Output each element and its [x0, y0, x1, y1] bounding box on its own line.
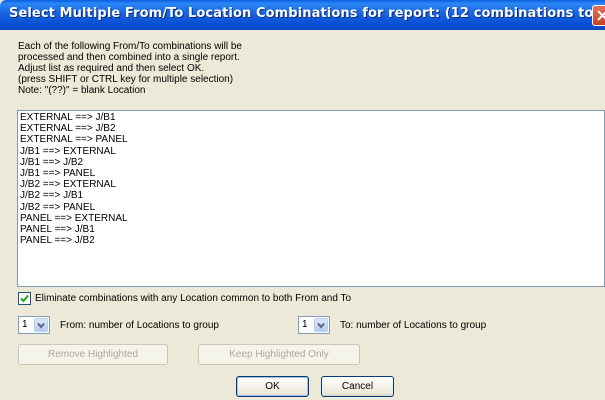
list-item[interactable]: J/B1 ==> PANEL	[20, 168, 604, 179]
list-item[interactable]: J/B2 ==> EXTERNAL	[20, 179, 604, 190]
instruction-line: (press SHIFT or CTRL key for multiple se…	[18, 74, 234, 85]
instruction-line: Note: "(??)" = blank Location	[18, 85, 146, 96]
dialog-window: Select Multiple From/To Location Combina…	[0, 0, 605, 400]
list-item[interactable]: J/B1 ==> J/B2	[20, 157, 604, 168]
list-item[interactable]: EXTERNAL ==> J/B1	[20, 112, 604, 123]
instruction-line: processed and then combined into a singl…	[18, 52, 240, 63]
list-item[interactable]: PANEL ==> EXTERNAL	[20, 213, 604, 224]
to-group-label: To: number of Locations to group	[340, 320, 487, 331]
from-group-select[interactable]: 1	[18, 316, 50, 334]
close-icon	[597, 10, 605, 21]
eliminate-common-label[interactable]: Eliminate combinations with any Location…	[35, 292, 351, 305]
title-bar[interactable]: Select Multiple From/To Location Combina…	[0, 0, 605, 30]
chevron-down-icon	[317, 322, 325, 329]
remove-highlighted-button[interactable]: Remove Highlighted	[18, 344, 168, 365]
window-title: Select Multiple From/To Location Combina…	[9, 6, 605, 21]
list-item[interactable]: J/B1 ==> EXTERNAL	[20, 146, 604, 157]
to-group-dropdown-button[interactable]	[314, 318, 328, 332]
instructions-text: Each of the following From/To combinatio…	[18, 41, 318, 96]
cancel-button[interactable]: Cancel	[321, 376, 394, 397]
list-item[interactable]: EXTERNAL ==> J/B2	[20, 123, 604, 134]
instruction-line: Each of the following From/To combinatio…	[18, 41, 242, 52]
combinations-listbox[interactable]: EXTERNAL ==> J/B1 EXTERNAL ==> J/B2 EXTE…	[17, 110, 605, 287]
chevron-down-icon	[37, 322, 45, 329]
dialog-client-area: Each of the following From/To combinatio…	[3, 30, 605, 400]
from-group-value: 1	[22, 319, 28, 330]
list-item[interactable]: PANEL ==> J/B2	[20, 235, 604, 246]
from-group-label: From: number of Locations to group	[60, 320, 219, 331]
instruction-line: Adjust list as required and then select …	[18, 63, 205, 74]
from-group-dropdown-button[interactable]	[34, 318, 48, 332]
eliminate-common-checkbox[interactable]	[18, 292, 31, 305]
list-item[interactable]: EXTERNAL ==> PANEL	[20, 134, 604, 145]
close-button[interactable]	[592, 5, 605, 26]
keep-highlighted-only-button[interactable]: Keep Highlighted Only	[198, 344, 360, 365]
to-group-select[interactable]: 1	[298, 316, 330, 334]
ok-button[interactable]: OK	[236, 376, 309, 397]
list-item[interactable]: PANEL ==> J/B1	[20, 224, 604, 235]
to-group-value: 1	[302, 319, 308, 330]
list-item[interactable]: J/B2 ==> J/B1	[20, 190, 604, 201]
checkmark-icon	[20, 294, 29, 303]
list-item[interactable]: J/B2 ==> PANEL	[20, 202, 604, 213]
